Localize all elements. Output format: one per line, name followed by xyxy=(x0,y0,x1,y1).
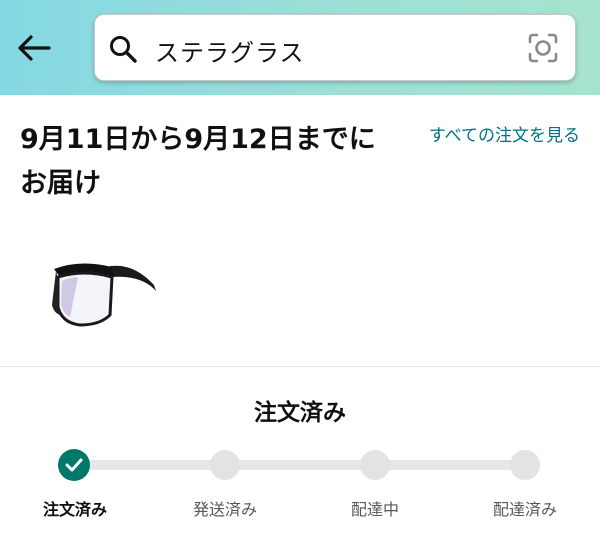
section-divider xyxy=(0,366,600,367)
step-label-ordered: 注文済み xyxy=(42,500,107,519)
progress-step-in-transit xyxy=(360,450,390,480)
search-bar[interactable]: ステラグラス xyxy=(94,14,576,81)
arrow-left-icon xyxy=(18,35,51,61)
progress-step-shipped xyxy=(210,450,240,480)
check-icon xyxy=(65,458,83,472)
step-label-in-transit: 配達中 xyxy=(350,500,399,519)
delivery-date-heading: 9月11日から9月12日までにお届け xyxy=(20,124,376,199)
step-label-delivered: 配達済み xyxy=(492,500,557,519)
camera-scan-icon[interactable] xyxy=(527,32,559,68)
progress-step-ordered xyxy=(58,449,90,481)
search-query[interactable]: ステラグラス xyxy=(155,33,305,68)
see-all-orders-link[interactable]: すべての注文を見る xyxy=(420,122,580,150)
progress-step-delivered xyxy=(510,450,540,480)
back-button[interactable] xyxy=(14,30,54,66)
order-status-title: 注文済み xyxy=(254,400,346,426)
step-label-shipped: 発送済み xyxy=(192,500,257,519)
product-image[interactable] xyxy=(50,255,162,335)
search-icon xyxy=(109,35,137,67)
progress-track xyxy=(80,460,525,470)
top-header: ステラグラス xyxy=(0,0,600,95)
